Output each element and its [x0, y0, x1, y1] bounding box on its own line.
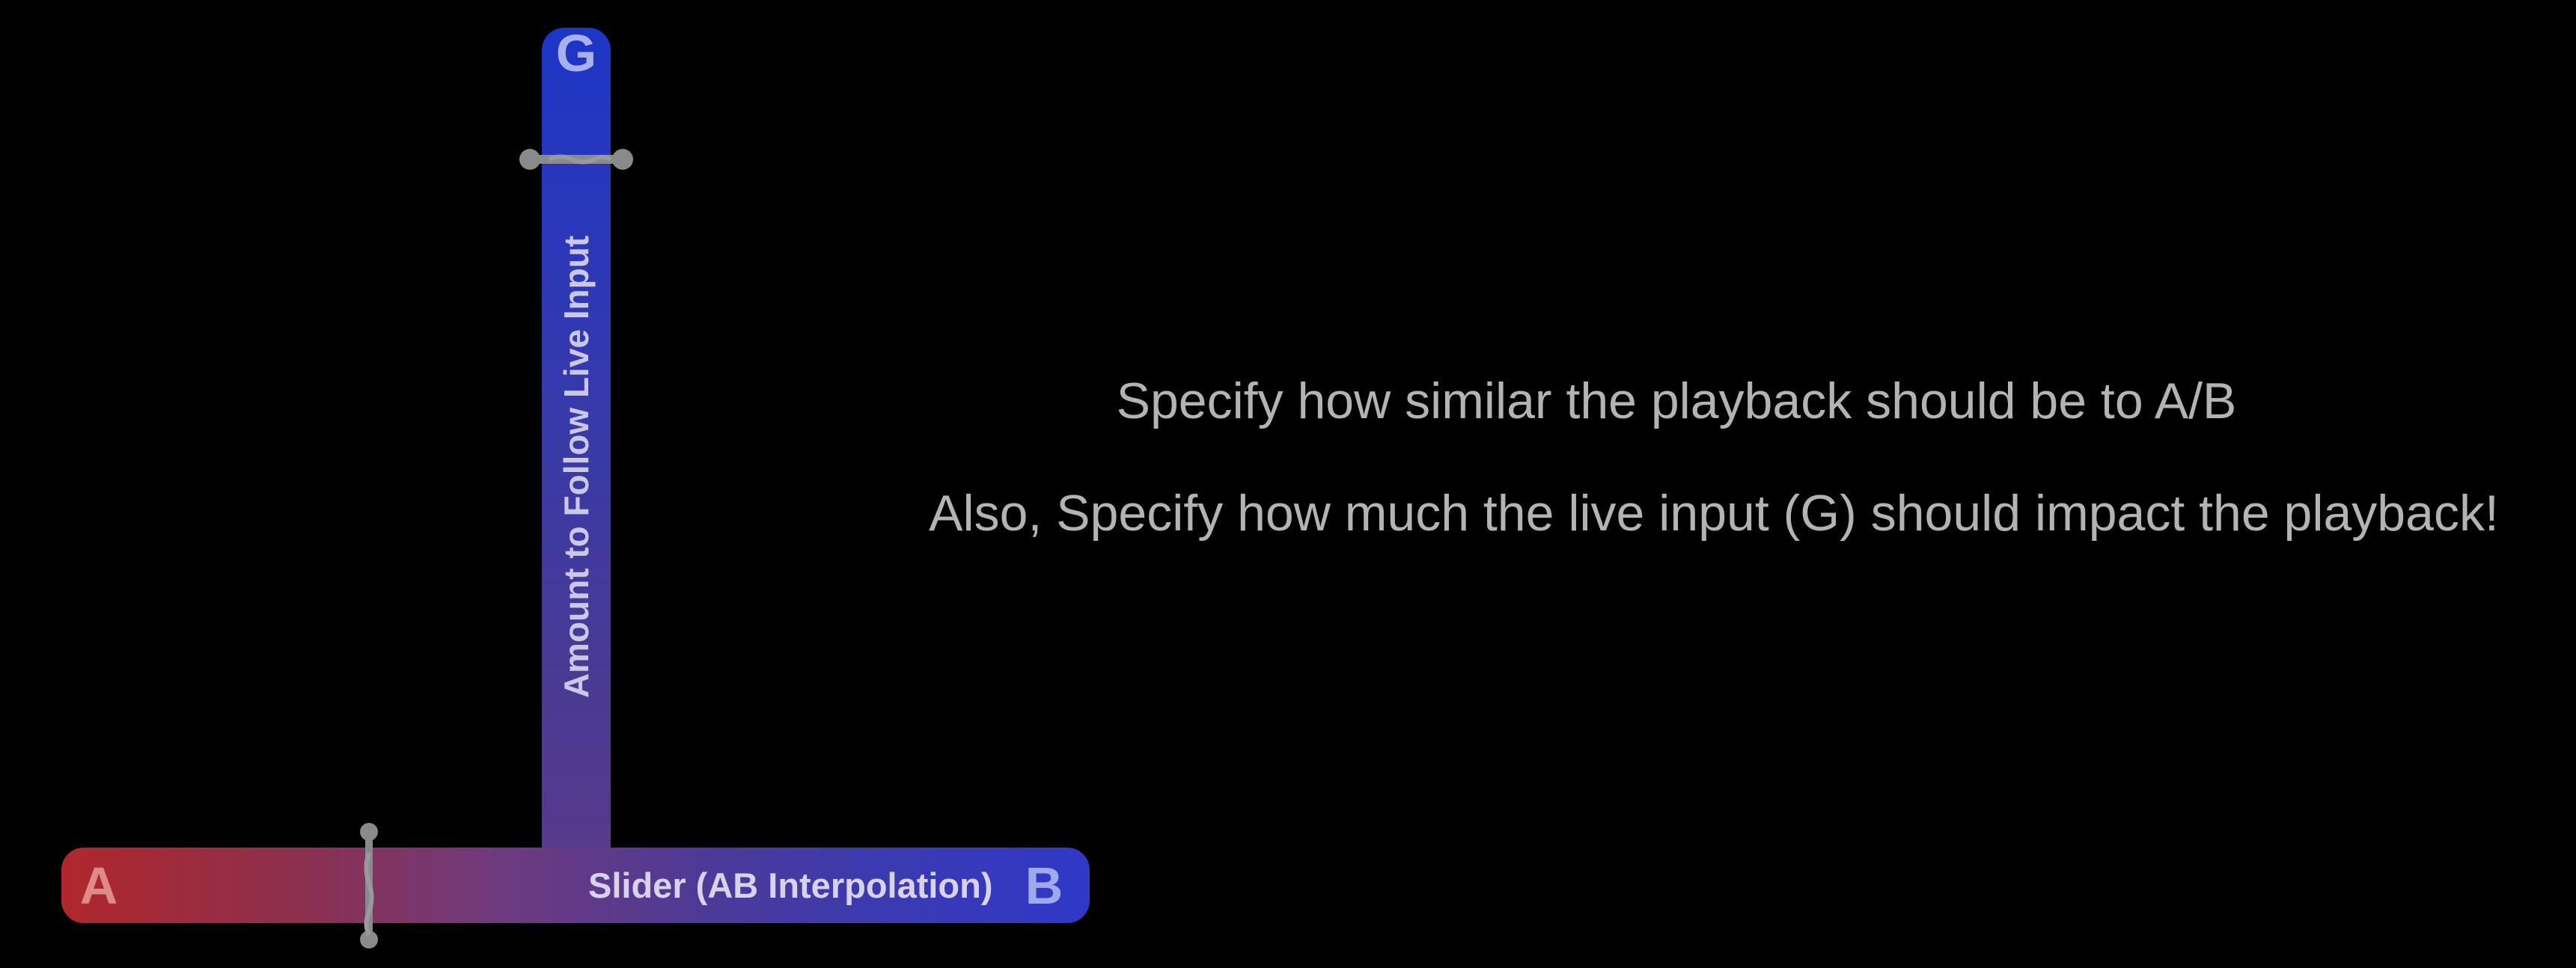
horizontal-grip-handle-icon	[519, 149, 633, 170]
instruction-text-ab: Specify how similar the playback should …	[1116, 373, 2237, 429]
slider-end-a-label: A	[79, 857, 118, 915]
live-input-slider-handle[interactable]	[519, 147, 633, 172]
live-input-end-label: G	[555, 24, 597, 82]
live-input-slider-label: Amount to Follow Live Input	[557, 235, 596, 699]
ab-slider-handle[interactable]	[358, 823, 380, 949]
instruction-text-live-input: Also, Specify how much the live input (G…	[929, 485, 2499, 542]
interpolation-canvas: G Amount to Follow Live Input A B Slider…	[0, 0, 2576, 968]
ab-slider-label: Slider (AB Interpolation)	[588, 866, 993, 905]
slider-end-b-label: B	[1025, 857, 1063, 915]
vertical-grip-handle-icon	[360, 823, 378, 949]
